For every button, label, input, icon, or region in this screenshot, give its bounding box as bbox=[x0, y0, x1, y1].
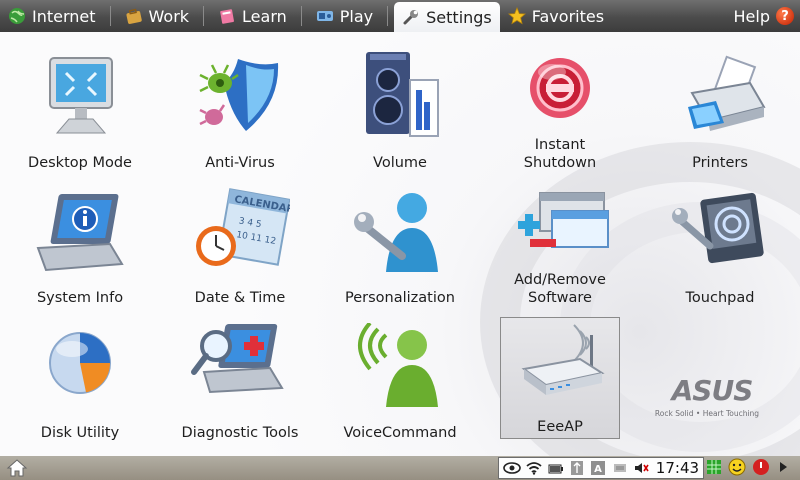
tab-separator bbox=[300, 6, 302, 26]
eye-icon[interactable] bbox=[503, 460, 521, 476]
settings-panel: Desktop Mode Anti-Virus Volume Instant S… bbox=[0, 32, 800, 456]
tab-label: Work bbox=[148, 6, 190, 26]
pie-chart-icon bbox=[30, 322, 130, 408]
home-icon[interactable] bbox=[6, 458, 28, 478]
personalization-item[interactable]: Personalization bbox=[340, 187, 460, 309]
touchpad-item[interactable]: Touchpad bbox=[660, 187, 780, 309]
asus-logo: ASUS Rock Solid • Heart Touching bbox=[652, 372, 772, 422]
voicecommand-item[interactable]: VoiceCommand bbox=[340, 322, 460, 444]
usb-icon[interactable] bbox=[568, 460, 585, 476]
star-icon bbox=[507, 7, 526, 25]
help-label: Help bbox=[733, 6, 770, 26]
touchpad-icon bbox=[670, 187, 770, 273]
item-label: Desktop Mode bbox=[28, 155, 132, 171]
smiley-icon[interactable] bbox=[728, 458, 746, 480]
grid-icon[interactable] bbox=[706, 459, 722, 479]
power-icon[interactable] bbox=[752, 458, 770, 480]
tab-internet[interactable]: Internet bbox=[0, 0, 104, 32]
item-label: Printers bbox=[692, 155, 748, 171]
arrow-right-icon[interactable] bbox=[776, 459, 790, 479]
tab-separator bbox=[203, 6, 205, 26]
tab-work[interactable]: Work bbox=[117, 0, 198, 32]
laptop-info-icon bbox=[30, 187, 130, 273]
item-label: Anti-Virus bbox=[205, 155, 275, 171]
tab-play[interactable]: Play bbox=[308, 0, 381, 32]
taskbar: A 17:43 bbox=[0, 456, 800, 480]
tab-separator bbox=[109, 6, 111, 26]
battery-icon[interactable] bbox=[547, 460, 564, 476]
shutdown-icon bbox=[510, 52, 610, 124]
item-label: Instant Shutdown bbox=[523, 137, 597, 171]
shield-icon bbox=[190, 52, 290, 138]
anti-virus-item[interactable]: Anti-Virus bbox=[180, 52, 300, 174]
desktop-mode-icon bbox=[30, 52, 130, 138]
disk-utility-item[interactable]: Disk Utility bbox=[20, 322, 140, 444]
item-label: Diagnostic Tools bbox=[181, 425, 299, 441]
desktop-mode-item[interactable]: Desktop Mode bbox=[20, 52, 140, 174]
tab-learn[interactable]: Learn bbox=[210, 0, 295, 32]
item-label: VoiceCommand bbox=[343, 425, 457, 441]
tab-label: Play bbox=[339, 6, 374, 26]
tab-label: Internet bbox=[32, 6, 96, 26]
printer-icon bbox=[670, 52, 770, 138]
briefcase-icon bbox=[125, 7, 143, 25]
muted-speaker-icon[interactable] bbox=[632, 460, 649, 476]
tab-label: Learn bbox=[242, 6, 287, 26]
tab-separator bbox=[387, 6, 389, 26]
item-label: Date & Time bbox=[194, 290, 286, 306]
printers-item[interactable]: Printers bbox=[660, 52, 780, 174]
system-info-item[interactable]: System Info bbox=[20, 187, 140, 309]
tab-favorites[interactable]: Favorites bbox=[500, 0, 612, 32]
instant-shutdown-item[interactable]: Instant Shutdown bbox=[500, 52, 620, 174]
language-icon[interactable]: A bbox=[590, 460, 607, 476]
item-label: Disk Utility bbox=[40, 425, 120, 441]
top-tab-bar: Internet Work Learn Play Settings Favori… bbox=[0, 0, 800, 32]
volume-item[interactable]: Volume bbox=[340, 52, 460, 174]
add-remove-icon bbox=[510, 187, 610, 259]
item-label: Add/Remove Software bbox=[514, 272, 606, 306]
help-icon: ? bbox=[776, 7, 794, 25]
voice-icon bbox=[350, 322, 450, 408]
globe-icon bbox=[8, 7, 26, 25]
speaker-icon bbox=[350, 52, 450, 138]
clock: 17:43 bbox=[655, 459, 700, 477]
wrench-icon bbox=[402, 8, 420, 26]
wifi-icon[interactable] bbox=[525, 460, 543, 476]
tab-label: Settings bbox=[426, 7, 492, 27]
book-icon bbox=[218, 7, 236, 25]
item-label: Personalization bbox=[345, 290, 455, 306]
add-remove-software-item[interactable]: Add/Remove Software bbox=[500, 187, 620, 309]
diagnostic-icon bbox=[190, 322, 290, 394]
svg-text:Rock Solid • Heart Touching: Rock Solid • Heart Touching bbox=[655, 409, 759, 418]
tab-label: Favorites bbox=[531, 6, 605, 26]
svg-text:ASUS: ASUS bbox=[670, 374, 753, 407]
help-button[interactable]: Help ? bbox=[734, 0, 794, 32]
person-wrench-icon bbox=[350, 187, 450, 273]
item-label: System Info bbox=[36, 290, 124, 306]
keyboard-icon[interactable] bbox=[611, 460, 628, 476]
diagnostic-tools-item[interactable]: Diagnostic Tools bbox=[180, 322, 300, 444]
eeeap-item[interactable]: EeeAP bbox=[500, 317, 620, 439]
game-icon bbox=[316, 7, 334, 25]
date-time-item[interactable]: CALENDAR 3 4 5 10 11 12 Date & Time bbox=[180, 187, 300, 309]
item-label: Touchpad bbox=[685, 290, 755, 306]
router-icon bbox=[510, 318, 610, 404]
tab-settings[interactable]: Settings bbox=[394, 2, 500, 32]
svg-text:A: A bbox=[595, 464, 603, 475]
calendar-clock-icon: CALENDAR 3 4 5 10 11 12 bbox=[190, 187, 290, 273]
item-label: Volume bbox=[373, 155, 427, 171]
item-label: EeeAP bbox=[537, 419, 583, 435]
tray-extra bbox=[706, 458, 790, 480]
system-tray: A 17:43 bbox=[498, 457, 704, 479]
